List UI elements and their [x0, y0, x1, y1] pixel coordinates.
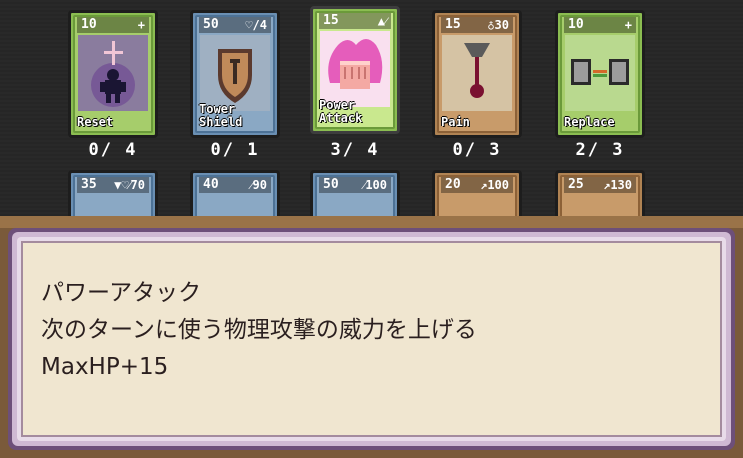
cost-value: 15	[445, 17, 461, 32]
card-title-line: Attack	[319, 111, 363, 125]
wand-icon: ↗100	[480, 178, 509, 192]
pink-fist-icon	[320, 31, 390, 107]
card-count: 2/ 3	[575, 140, 625, 160]
card-cost: 50 ♡/4	[199, 17, 271, 33]
card-title-line: Pain	[441, 115, 470, 129]
card-title-line: Shield	[199, 115, 243, 129]
card-cost: 40 ⁄90	[199, 177, 271, 193]
plus-icon: +	[137, 18, 145, 32]
cost-value: 40	[203, 177, 219, 192]
sword-icon: ⁄100	[363, 178, 387, 192]
dialog-border: パワーアタック 次のターンに使う物理攻撃の威力を上げる MaxHP+15	[17, 237, 726, 441]
cost-value: 15	[323, 13, 339, 28]
card-count: 0/ 1	[210, 140, 260, 160]
card-count: 0/ 3	[452, 140, 502, 160]
cost-value: 25	[568, 177, 584, 192]
dialog-body: パワーアタック 次のターンに使う物理攻撃の威力を上げる MaxHP+15	[21, 241, 722, 437]
card-tower-shield[interactable]: 50 ♡/4 Tower Shield	[190, 10, 280, 138]
defense-icon: ▼♡⁄70	[114, 178, 145, 192]
dark-figure-icon	[78, 35, 148, 111]
card-cost: 50 ⁄100	[319, 177, 391, 193]
card-count: 3/ 4	[330, 140, 380, 160]
heart-icon: ♡/4	[245, 18, 267, 32]
card-pain[interactable]: 15 ♁30 Pain	[432, 10, 522, 138]
card-replace[interactable]: 10 + Replace	[555, 10, 645, 138]
attack-up-icon: ▲⁄	[377, 14, 387, 28]
card-title: Power Attack	[319, 99, 362, 125]
card-cost: 10 +	[77, 17, 149, 33]
shelf-edge	[0, 216, 743, 228]
description-dialog: パワーアタック 次のターンに使う物理攻撃の威力を上げる MaxHP+15	[8, 228, 735, 450]
cost-value: 10	[568, 17, 584, 32]
card-cost: 10 +	[564, 17, 636, 33]
card-cost: 15 ♁30	[441, 17, 513, 33]
card-cost: 35 ▼♡⁄70	[77, 177, 149, 193]
card-bonus-text: MaxHP+15	[41, 354, 169, 380]
cost-value: 50	[323, 177, 339, 192]
swap-cards-icon	[565, 35, 635, 111]
card-count: 0/ 4	[88, 140, 138, 160]
blood-drop-icon	[442, 35, 512, 111]
card-cost: 15 ▲⁄	[319, 13, 391, 29]
card-title: Pain	[441, 116, 470, 129]
dialog-border: パワーアタック 次のターンに使う物理攻撃の威力を上げる MaxHP+15	[12, 232, 731, 446]
shield-icon	[200, 35, 270, 111]
cost-value: 50	[203, 17, 219, 32]
card-title: Replace	[564, 116, 615, 129]
plus-icon: +	[624, 18, 632, 32]
card-reset[interactable]: 10 + Reset	[68, 10, 158, 138]
dialog-text: パワーアタック 次のターンに使う物理攻撃の威力を上げる MaxHP+15	[41, 275, 721, 386]
wand-icon: ↗130	[603, 178, 632, 192]
card-power-attack[interactable]: 15 ▲⁄ Power Attack	[310, 6, 400, 134]
card-title-line: Reset	[77, 115, 114, 129]
card-title: Reset	[77, 116, 113, 129]
cost-value: 35	[81, 177, 97, 192]
card-title-line: Replace	[564, 115, 615, 129]
sword-icon: ⁄90	[250, 178, 267, 192]
card-effect-text: 次のターンに使う物理攻撃の威力を上げる	[41, 317, 477, 343]
skull-icon: ♁30	[487, 18, 509, 32]
cost-value: 10	[81, 17, 97, 32]
card-title: Tower Shield	[199, 103, 242, 129]
card-name-text: パワーアタック	[41, 280, 202, 306]
card-cost: 25 ↗130	[564, 177, 636, 193]
cost-value: 20	[445, 177, 461, 192]
card-cost: 20 ↗100	[441, 177, 513, 193]
